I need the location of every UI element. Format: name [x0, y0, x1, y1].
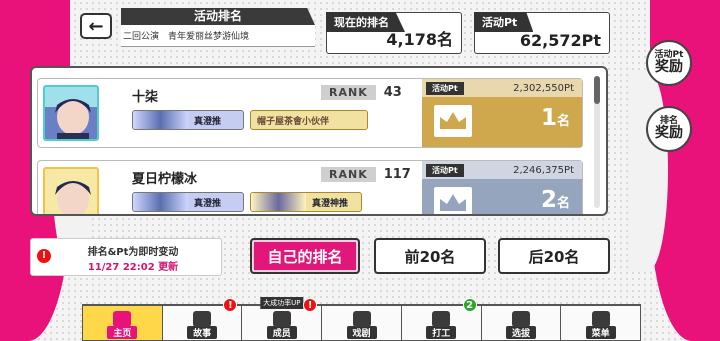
avatar-portrait-icon: [45, 87, 97, 139]
update-time: 11/27 22:02 更新: [87, 262, 179, 273]
current-rank-value: 4,178名: [386, 30, 453, 49]
crown-icon: [434, 187, 472, 214]
card-label: 真澄推: [194, 198, 222, 209]
points-tag: 活动Pt: [426, 163, 464, 177]
my-rank-button[interactable]: 自己的排名: [250, 238, 360, 274]
rank-badge: RANK: [321, 85, 376, 100]
player-avatar: [43, 167, 99, 214]
notice-text: 排名&Pt为即时变动: [87, 247, 179, 258]
rank-reward-button[interactable]: 排名 奖励: [646, 106, 692, 152]
player-avatar: [43, 85, 99, 141]
home-icon: [113, 311, 132, 327]
nav-members-label: 成员: [266, 326, 297, 339]
bottom-nav: 主页 ! 故事 大成功率UP ! 成员 戏剧 2 打工 选拔 菜单: [82, 297, 642, 341]
placement: 1名: [541, 105, 570, 131]
rank-tag: RANK 43: [321, 85, 402, 100]
points-panel: 活动Pt 2,302,550Pt 1名: [422, 79, 582, 147]
card-faces-image: [133, 193, 188, 211]
event-subtitle: 二回公演 青年爱丽丝梦游仙境: [121, 25, 315, 47]
points-value: 2,302,550Pt: [513, 82, 574, 94]
nav-home[interactable]: 主页: [82, 304, 163, 341]
book-icon: [193, 311, 212, 327]
ranking-list[interactable]: 十柒 RANK 43 真澄推 帽子屋茶會小伙伴 活动Pt 2,302,550Pt…: [30, 66, 608, 216]
event-pt-value: 62,572Pt: [519, 31, 601, 50]
profile-card: 真澄推: [132, 192, 244, 212]
back-button[interactable]: ←: [80, 13, 112, 39]
pt-reward-big-label: 奖励: [655, 59, 683, 76]
placement-number: 2: [540, 187, 557, 213]
event-pt-label: 活动Pt: [474, 12, 534, 32]
top-20-button[interactable]: 前20名: [374, 238, 486, 274]
page-title: 活动排名: [121, 8, 315, 25]
coins-icon: [432, 311, 451, 327]
ranking-scrollbar[interactable]: [594, 76, 600, 208]
player-rank-number: 43: [383, 85, 402, 100]
nav-play-label: 戏剧: [346, 326, 377, 339]
nav-members[interactable]: 大成功率UP ! 成员: [241, 297, 323, 341]
nav-work-label: 打工: [426, 326, 457, 339]
profile-card: 真澄推: [132, 110, 244, 130]
nav-work[interactable]: 2 打工: [400, 298, 482, 341]
ranking-row[interactable]: 十柒 RANK 43 真澄推 帽子屋茶會小伙伴 活动Pt 2,302,550Pt…: [37, 78, 583, 148]
placement: 2名: [541, 187, 570, 213]
arrow-left-icon: ←: [88, 15, 104, 37]
current-rank-box: 现在的排名 4,178名: [326, 12, 462, 54]
event-pt-box: 活动Pt 62,572Pt: [474, 12, 610, 54]
card-faces-image: [133, 111, 188, 129]
ranking-row[interactable]: 夏日柠檬冰 RANK 117 真澄推 真澄神推 活动Pt 2,246,375Pt…: [37, 160, 583, 214]
work-count-badge: 2: [462, 298, 477, 312]
theater-icon: [352, 311, 371, 327]
next-20-button[interactable]: 后20名: [498, 238, 610, 274]
rank-badge: RANK: [321, 167, 376, 182]
nav-menu-label: 菜单: [585, 326, 616, 339]
update-notice: ! 排名&Pt为即时变动 11/27 22:02 更新: [30, 238, 222, 276]
promo-badge: 大成功率UP: [260, 297, 304, 309]
nav-home-label: 主页: [107, 326, 138, 339]
nav-play[interactable]: 戏剧: [321, 304, 402, 341]
points-tag: 活动Pt: [426, 81, 464, 95]
card-faces-image: [251, 193, 306, 211]
profile-card: 真澄神推: [250, 192, 362, 212]
card-label: 帽子屋茶會小伙伴: [257, 116, 330, 127]
rank-tag: RANK 117: [321, 167, 411, 182]
page-header: 活动排名 二回公演 青年爱丽丝梦游仙境: [121, 8, 315, 47]
nav-scout-label: 选拔: [505, 326, 536, 339]
scrollbar-thumb[interactable]: [594, 76, 600, 104]
pt-reward-button[interactable]: 活动Pt 奖励: [646, 40, 692, 86]
placement-unit: 名: [556, 114, 570, 129]
nav-story-label: 故事: [187, 326, 218, 339]
avatar-portrait-icon: [45, 169, 97, 214]
placement-number: 1: [540, 105, 557, 131]
player-name: 夏日柠檬冰: [132, 172, 198, 187]
bow-tie-icon: [272, 311, 291, 327]
profile-card: 帽子屋茶會小伙伴: [250, 110, 368, 130]
points-panel: 活动Pt 2,246,375Pt 2名: [422, 161, 582, 214]
placement-unit: 名: [556, 196, 570, 211]
rank-reward-big-label: 奖励: [655, 125, 683, 142]
points-header: 活动Pt 2,302,550Pt: [422, 79, 582, 97]
points-header: 活动Pt 2,246,375Pt: [422, 161, 582, 179]
nav-scout[interactable]: 选拔: [480, 304, 562, 341]
nav-story[interactable]: ! 故事: [161, 298, 243, 341]
card-label: 真澄神推: [312, 198, 349, 209]
alert-icon: !: [223, 298, 238, 312]
card-label: 真澄推: [194, 116, 222, 127]
grid-menu-icon: [591, 311, 610, 327]
nav-menu[interactable]: 菜单: [560, 304, 642, 341]
crown-icon: [434, 105, 472, 137]
player-name: 十柒: [132, 90, 159, 105]
alert-icon: !: [303, 298, 318, 312]
player-rank-number: 117: [383, 167, 411, 182]
star-badge-icon: [511, 311, 530, 327]
points-value: 2,246,375Pt: [513, 164, 574, 176]
